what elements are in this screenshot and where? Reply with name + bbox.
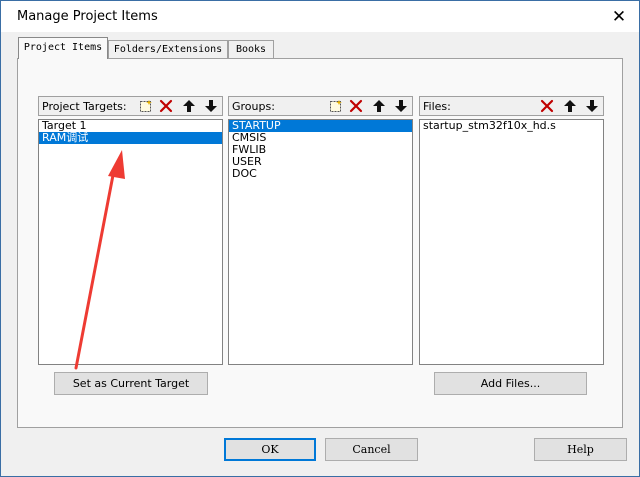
delete-icon (159, 99, 173, 113)
groups-label: Groups: (232, 100, 275, 113)
help-button[interactable]: Help (534, 438, 627, 461)
close-icon: ✕ (611, 6, 627, 27)
move-target-down-button[interactable] (202, 98, 220, 114)
delete-target-button[interactable] (157, 98, 175, 114)
delete-group-button[interactable] (347, 98, 365, 114)
move-up-icon (564, 100, 576, 112)
new-group-button[interactable] (327, 98, 345, 114)
files-list[interactable]: startup_stm32f10x_hd.s (419, 119, 604, 365)
delete-icon (540, 99, 554, 113)
list-item-selected[interactable]: RAM调试 (39, 132, 222, 144)
tab-folders-extensions[interactable]: Folders/Extensions (108, 40, 228, 58)
manage-project-items-dialog: Manage Project Items ✕ Project Items Fol… (0, 0, 640, 477)
project-targets-list[interactable]: Target 1 RAM调试 (38, 119, 223, 365)
move-group-up-button[interactable] (370, 98, 388, 114)
delete-icon (349, 99, 363, 113)
move-up-icon (373, 100, 385, 112)
new-item-icon (330, 100, 342, 112)
title-bar: Manage Project Items ✕ (1, 1, 639, 32)
project-targets-label: Project Targets: (42, 100, 127, 113)
move-down-icon (586, 100, 598, 112)
move-group-down-button[interactable] (392, 98, 410, 114)
cancel-button[interactable]: Cancel (325, 438, 418, 461)
move-target-up-button[interactable] (180, 98, 198, 114)
new-target-button[interactable] (137, 98, 155, 114)
ok-button[interactable]: OK (224, 438, 316, 461)
set-as-current-target-button[interactable]: Set as Current Target (54, 372, 208, 395)
move-down-icon (205, 100, 217, 112)
list-item[interactable]: startup_stm32f10x_hd.s (420, 120, 603, 132)
delete-file-button[interactable] (538, 98, 556, 114)
files-header: Files: (419, 96, 604, 116)
add-files-button[interactable]: Add Files... (434, 372, 587, 395)
move-file-up-button[interactable] (561, 98, 579, 114)
list-item[interactable]: DOC (229, 168, 412, 180)
tab-project-items[interactable]: Project Items (18, 37, 108, 59)
groups-header: Groups: (228, 96, 413, 116)
tab-books[interactable]: Books (228, 40, 274, 58)
files-label: Files: (423, 100, 451, 113)
move-down-icon (395, 100, 407, 112)
move-file-down-button[interactable] (583, 98, 601, 114)
dialog-title: Manage Project Items (17, 9, 158, 24)
move-up-icon (183, 100, 195, 112)
new-item-icon (140, 100, 152, 112)
close-button[interactable]: ✕ (599, 1, 639, 32)
project-targets-header: Project Targets: (38, 96, 223, 116)
groups-list[interactable]: STARTUP CMSIS FWLIB USER DOC (228, 119, 413, 365)
